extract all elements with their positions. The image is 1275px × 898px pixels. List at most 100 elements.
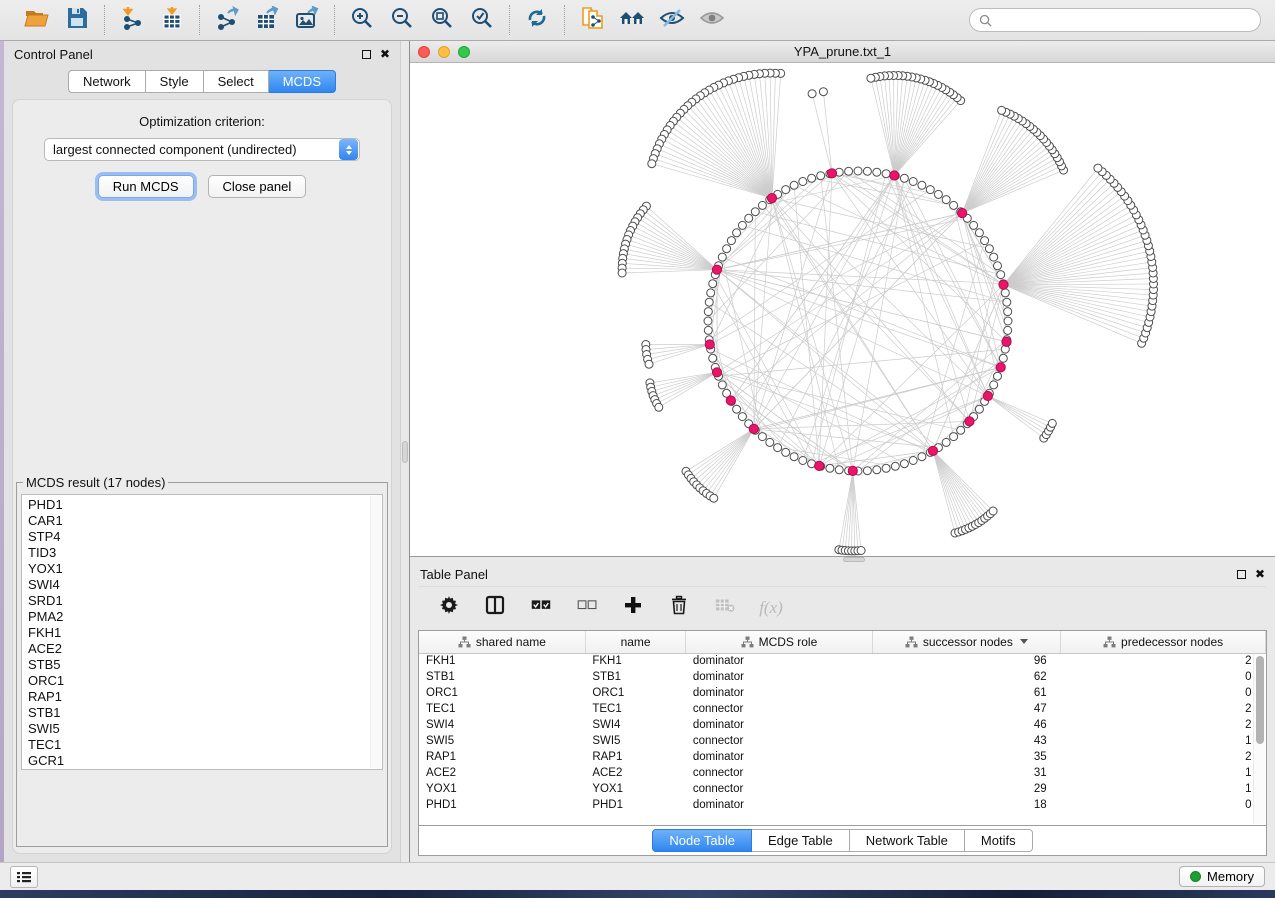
- table-cell[interactable]: dominator: [686, 717, 872, 733]
- result-node-item[interactable]: PMA2: [28, 609, 382, 625]
- table-row[interactable]: STB1STB1dominator620: [419, 669, 1266, 685]
- table-settings-button[interactable]: [436, 595, 462, 621]
- tab-network-table[interactable]: Network Table: [850, 829, 965, 852]
- scrollbar-thumb[interactable]: [1256, 656, 1264, 744]
- float-panel-icon[interactable]: [1237, 570, 1246, 579]
- table-cell[interactable]: 46: [872, 717, 1061, 733]
- tab-node-table[interactable]: Node Table: [652, 829, 752, 852]
- table-cell[interactable]: ACE2: [585, 765, 686, 781]
- table-cell[interactable]: SWI5: [585, 733, 686, 749]
- table-cell[interactable]: FKH1: [419, 653, 585, 669]
- table-row[interactable]: ORC1ORC1dominator610: [419, 685, 1266, 701]
- export-table-button[interactable]: [250, 5, 284, 35]
- create-column-button[interactable]: [620, 595, 646, 621]
- table-cell[interactable]: 0: [1061, 685, 1266, 701]
- network-window-titlebar[interactable]: YPA_prune.txt_1: [410, 41, 1275, 63]
- close-window-icon[interactable]: [418, 46, 430, 58]
- save-session-button[interactable]: [60, 5, 94, 35]
- table-cell[interactable]: STB1: [419, 669, 585, 685]
- table-cell[interactable]: 61: [872, 685, 1061, 701]
- table-cell[interactable]: dominator: [686, 653, 872, 669]
- select-all-rows-button[interactable]: [528, 595, 554, 621]
- table-cell[interactable]: 31: [872, 765, 1061, 781]
- delete-columns-button[interactable]: [666, 595, 692, 621]
- column-header-MCDS-role[interactable]: MCDS role: [686, 631, 872, 653]
- table-cell[interactable]: SWI4: [585, 717, 686, 733]
- horizontal-splitter[interactable]: [410, 557, 1275, 562]
- duplicate-network-button[interactable]: [575, 5, 609, 35]
- vertical-splitter[interactable]: [400, 41, 410, 862]
- table-cell[interactable]: SWI5: [419, 733, 585, 749]
- table-cell[interactable]: 2: [1061, 717, 1266, 733]
- close-panel-icon[interactable]: ✖: [380, 48, 390, 60]
- column-header-successor-nodes[interactable]: successor nodes: [872, 631, 1061, 653]
- table-cell[interactable]: 43: [872, 733, 1061, 749]
- zoom-selected-button[interactable]: [465, 5, 499, 35]
- table-cell[interactable]: ACE2: [419, 765, 585, 781]
- first-neighbors-button[interactable]: [615, 5, 649, 35]
- export-image-button[interactable]: [290, 5, 324, 35]
- column-header-shared-name[interactable]: shared name: [419, 631, 585, 653]
- memory-button[interactable]: Memory: [1179, 866, 1265, 887]
- tab-mcds[interactable]: MCDS: [269, 70, 336, 93]
- tab-edge-table[interactable]: Edge Table: [752, 829, 850, 852]
- result-node-item[interactable]: CAR1: [28, 513, 382, 529]
- table-scrollbar[interactable]: [1253, 654, 1265, 824]
- mcds-result-list[interactable]: PHD1CAR1STP4TID3YOX1SWI4SRD1PMA2FKH1ACE2…: [21, 494, 383, 770]
- hide-selected-button[interactable]: [655, 5, 689, 35]
- minimize-window-icon[interactable]: [438, 46, 450, 58]
- result-node-item[interactable]: GCR1: [28, 753, 382, 769]
- table-cell[interactable]: connector: [686, 765, 872, 781]
- table-cell[interactable]: 29: [872, 781, 1061, 797]
- maximize-window-icon[interactable]: [458, 46, 470, 58]
- network-canvas[interactable]: [410, 63, 1275, 556]
- tab-select[interactable]: Select: [204, 70, 269, 93]
- table-cell[interactable]: 1: [1061, 765, 1266, 781]
- search-box[interactable]: [969, 8, 1261, 32]
- result-scrollbar[interactable]: [370, 496, 381, 768]
- result-node-item[interactable]: TID3: [28, 545, 382, 561]
- table-cell[interactable]: 96: [872, 653, 1061, 669]
- table-cell[interactable]: 47: [872, 701, 1061, 717]
- network-graph[interactable]: [410, 63, 1275, 556]
- table-cell[interactable]: 2: [1061, 701, 1266, 717]
- result-node-item[interactable]: FKH1: [28, 625, 382, 641]
- result-node-item[interactable]: PHD1: [28, 497, 382, 513]
- result-node-item[interactable]: RAP1: [28, 689, 382, 705]
- table-cell[interactable]: dominator: [686, 685, 872, 701]
- table-cell[interactable]: dominator: [686, 797, 872, 813]
- table-cell[interactable]: 2: [1061, 653, 1266, 669]
- table-row[interactable]: SWI5SWI5connector431: [419, 733, 1266, 749]
- result-node-item[interactable]: STP4: [28, 529, 382, 545]
- table-cell[interactable]: 35: [872, 749, 1061, 765]
- table-cell[interactable]: 1: [1061, 733, 1266, 749]
- result-node-item[interactable]: SWI4: [28, 577, 382, 593]
- table-cell[interactable]: dominator: [686, 749, 872, 765]
- table-cell[interactable]: 0: [1061, 669, 1266, 685]
- float-panel-icon[interactable]: [362, 50, 371, 59]
- table-cell[interactable]: RAP1: [419, 749, 585, 765]
- zoom-fit-button[interactable]: [425, 5, 459, 35]
- run-mcds-button[interactable]: Run MCDS: [98, 175, 194, 198]
- table-cell[interactable]: RAP1: [585, 749, 686, 765]
- tab-motifs[interactable]: Motifs: [965, 829, 1033, 852]
- deselect-all-rows-button[interactable]: [574, 595, 600, 621]
- column-header-name[interactable]: name: [585, 631, 686, 653]
- tab-style[interactable]: Style: [146, 70, 204, 93]
- table-row[interactable]: ACE2ACE2connector311: [419, 765, 1266, 781]
- optimization-criterion-select[interactable]: largest connected component (undirected): [44, 138, 360, 161]
- table-cell[interactable]: dominator: [686, 669, 872, 685]
- column-header-predecessor-nodes[interactable]: predecessor nodes: [1061, 631, 1266, 653]
- result-node-item[interactable]: ACE2: [28, 641, 382, 657]
- result-node-item[interactable]: ORC1: [28, 673, 382, 689]
- close-panel-icon[interactable]: ✖: [1255, 568, 1265, 580]
- table-cell[interactable]: 0: [1061, 797, 1266, 813]
- splitter-handle[interactable]: [843, 557, 865, 562]
- table-cell[interactable]: YOX1: [419, 781, 585, 797]
- result-node-item[interactable]: STB5: [28, 657, 382, 673]
- table-cell[interactable]: connector: [686, 733, 872, 749]
- column-visibility-button[interactable]: [482, 595, 508, 621]
- import-table-button[interactable]: [155, 5, 189, 35]
- table-cell[interactable]: STB1: [585, 669, 686, 685]
- table-row[interactable]: YOX1YOX1connector291: [419, 781, 1266, 797]
